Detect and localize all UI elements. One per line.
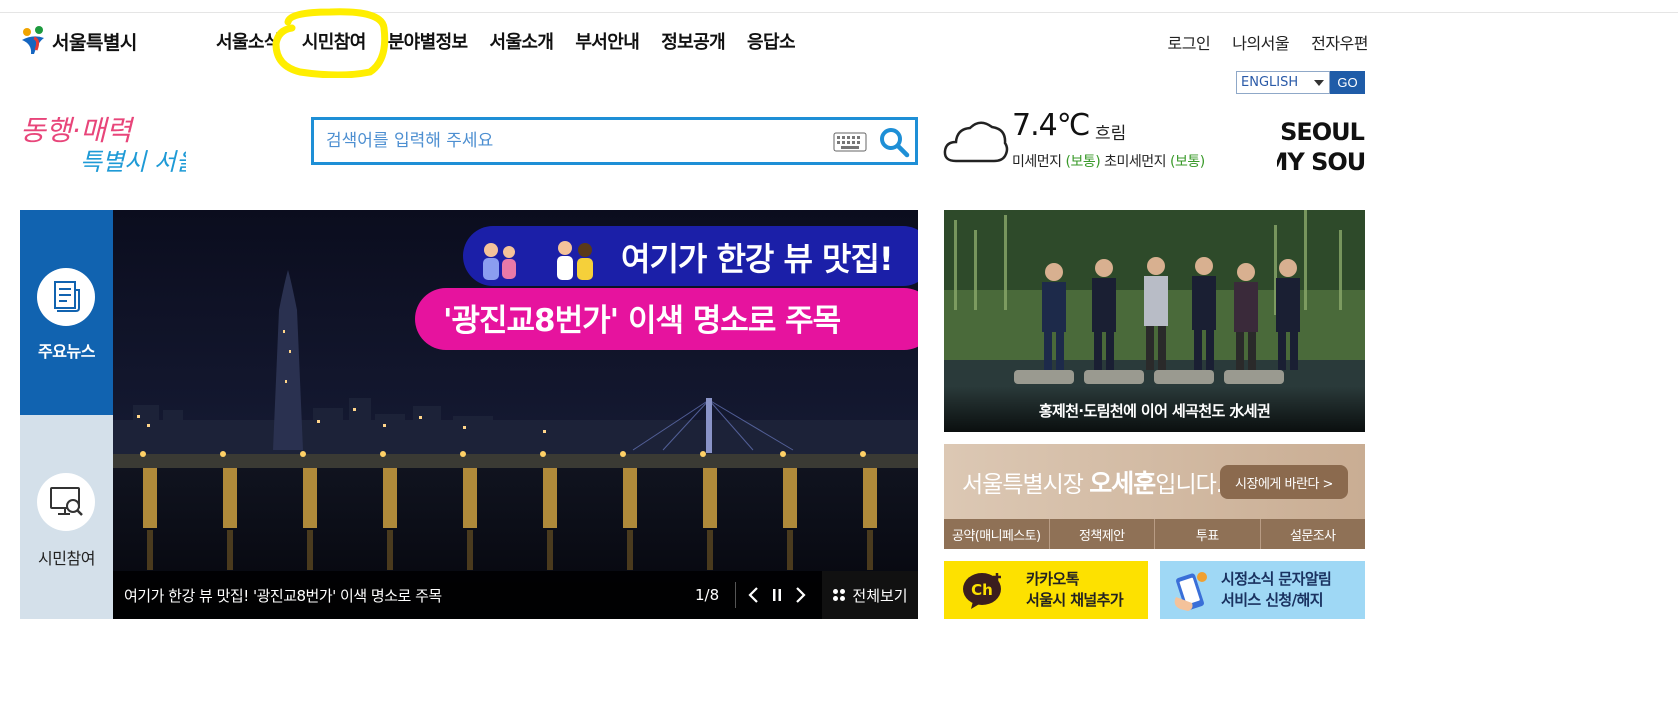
highlight-circle-annotation [272, 8, 389, 78]
search-box [311, 117, 918, 165]
brand-line1: SEOUL [1280, 118, 1365, 146]
next-slide-icon[interactable] [790, 585, 810, 605]
tab-citizen-participation[interactable]: 시민참여 [20, 415, 113, 619]
kakao-icon-text: Ch [971, 581, 993, 599]
search-icon[interactable] [878, 126, 910, 158]
grid-icon [833, 589, 846, 601]
slogan-logo: 동행·매력 특별시 서울 [20, 114, 186, 176]
tab-main-news-icon-circle [37, 268, 95, 326]
cloudy-weather-icon [943, 121, 1009, 163]
mayor-tab-manifesto[interactable]: 공약(매니페스토) [944, 519, 1050, 549]
news-photo-caption: 홍제천·도림천에 이어 세곡천도 水세권 [1038, 402, 1271, 420]
utility-links: 로그인 나의서울 전자우편 [1168, 30, 1369, 54]
seoul-logo-icon [22, 26, 44, 54]
kakao-channel-banner[interactable]: Ch 카카오톡 서울시 채널추가 [944, 561, 1148, 619]
dust-info: 미세먼지 (보통) 초미세먼지 (보통) [1012, 151, 1205, 171]
main-content-tabs: 주요뉴스 시민참여 [20, 210, 150, 619]
mayor-tab-policy-proposal[interactable]: 정책제안 [1050, 519, 1155, 549]
mayor-name: 오세훈 [1089, 469, 1156, 498]
phone-alert-icon [1174, 572, 1207, 611]
kakao-line1: 카카오톡 [1026, 570, 1079, 588]
mayor-title: 서울특별시장 오세훈입니다. [962, 464, 1223, 500]
news-photo-card[interactable]: 홍제천·도림천에 이어 세곡천도 水세권 [944, 210, 1365, 432]
view-all-button[interactable]: 전체보기 [822, 571, 918, 619]
slide-caption-bar: 여기가 한강 뷰 맛집! '광진교8번가' 이색 명소로 주목 1/8 전체보기 [113, 571, 918, 619]
mayor-tabs: 공약(매니페스토) 정책제안 투표 설문조사 [944, 519, 1365, 549]
news-photo-caption-bar: 홍제천·도림천에 이어 세곡천도 水세권 [944, 386, 1365, 432]
tab-main-news[interactable]: 주요뉴스 [20, 210, 113, 415]
sms-line1: 시정소식 문자알림 [1221, 570, 1332, 588]
newspaper-icon [54, 281, 80, 312]
brand-line2: MY SOUL [1277, 148, 1367, 175]
language-go-button[interactable]: GO [1330, 71, 1365, 94]
slogan-line2: 특별시 서울 [80, 148, 186, 176]
banner-line2: '광진교8번가' 이색 명소로 주목 [443, 303, 841, 339]
weather-condition: 흐림 [1095, 124, 1127, 144]
mayor-title-prefix: 서울특별시장 [962, 472, 1090, 498]
language-select[interactable]: ENGLISH [1236, 71, 1330, 94]
top-border [0, 12, 1678, 13]
seoul-my-soul-logo[interactable]: SEOUL MY SOUL [1277, 115, 1367, 175]
my-seoul-link[interactable]: 나의서울 [1232, 30, 1289, 54]
fine-dust-label: 미세먼지 [1012, 154, 1062, 170]
ask-mayor-button[interactable]: 시장에게 바란다 > [1220, 465, 1348, 499]
sms-alert-banner[interactable]: 시정소식 문자알림 서비스 신청/해지 [1160, 561, 1365, 619]
nav-eungdapso[interactable]: 응답소 [736, 26, 806, 56]
language-selector: ENGLISH GO [1236, 71, 1365, 94]
pause-icon[interactable] [767, 585, 787, 605]
kakao-text: 카카오톡 서울시 채널추가 [1026, 569, 1124, 611]
control-divider [735, 582, 736, 608]
seoul-logo[interactable]: 서울특별시 [18, 24, 137, 58]
han-river-night-photo: 여기가 한강 뷰 맛집! '광진교8번가' 이색 명소로 주목 [113, 210, 918, 619]
ultra-dust-value: (보통) [1169, 154, 1205, 170]
tab-citizen-participation-label: 시민참여 [38, 549, 95, 568]
sms-line2: 서비스 신청/해지 [1221, 591, 1324, 609]
sms-text: 시정소식 문자알림 서비스 신청/해지 [1221, 569, 1332, 611]
view-all-label: 전체보기 [852, 586, 908, 605]
ultra-dust-label: 초미세먼지 [1104, 154, 1167, 170]
logo-text: 서울특별시 [52, 31, 137, 54]
mayor-title-suffix: 입니다. [1155, 472, 1223, 498]
slide-counter: 1/8 [695, 586, 720, 604]
nav-departments[interactable]: 부서안내 [564, 26, 650, 56]
language-selected: ENGLISH [1241, 75, 1299, 90]
main-news-slide[interactable]: 여기가 한강 뷰 맛집! '광진교8번가' 이색 명소로 주목 여기가 한강 뷰… [113, 210, 918, 619]
slide-caption[interactable]: 여기가 한강 뷰 맛집! '광진교8번가' 이색 명소로 주목 [124, 585, 442, 606]
login-link[interactable]: 로그인 [1168, 30, 1211, 54]
kakao-channel-icon: Ch [963, 573, 1001, 609]
monitor-search-icon [50, 487, 83, 516]
mayor-banner: 서울특별시장 오세훈입니다. 시장에게 바란다 > 공약(매니페스토) 정책제안… [944, 444, 1365, 549]
search-input[interactable] [326, 129, 826, 153]
tab-main-news-label: 주요뉴스 [38, 342, 95, 361]
dropdown-arrow-icon [1314, 80, 1324, 86]
mayor-tab-vote[interactable]: 투표 [1155, 519, 1261, 549]
slogan-line1: 동행·매력 [20, 114, 135, 147]
nav-seoul-intro[interactable]: 서울소개 [479, 26, 565, 56]
prev-slide-icon[interactable] [744, 585, 764, 605]
kakao-line2: 서울시 채널추가 [1026, 591, 1124, 609]
virtual-keyboard-icon[interactable] [833, 132, 867, 152]
temperature: 7.4℃ [1012, 108, 1090, 143]
fine-dust-value: (보통) [1065, 154, 1101, 170]
email-link[interactable]: 전자우편 [1311, 30, 1368, 54]
nav-info-disclosure[interactable]: 정보공개 [650, 26, 736, 56]
banner-line1: 여기가 한강 뷰 맛집! [621, 240, 893, 278]
tab-citizen-icon-circle [37, 473, 95, 531]
mayor-tab-survey[interactable]: 설문조사 [1261, 519, 1366, 549]
